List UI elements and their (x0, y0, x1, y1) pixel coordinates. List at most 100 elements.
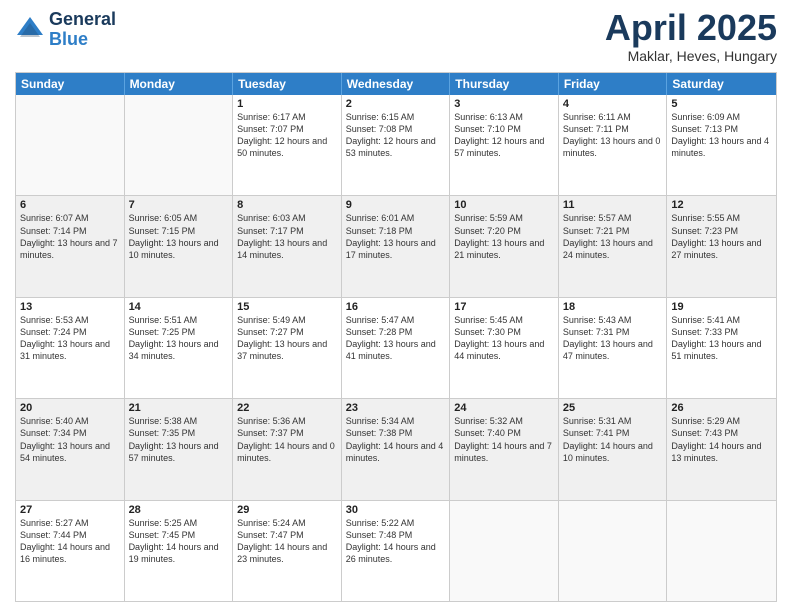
cell-info: Sunrise: 5:40 AM Sunset: 7:34 PM Dayligh… (20, 415, 120, 464)
day-number: 30 (346, 504, 446, 516)
calendar-header-tuesday: Tuesday (233, 73, 342, 95)
calendar-header: SundayMondayTuesdayWednesdayThursdayFrid… (16, 73, 776, 95)
cell-info: Sunrise: 5:51 AM Sunset: 7:25 PM Dayligh… (129, 314, 229, 363)
day-number: 4 (563, 98, 663, 110)
title-area: April 2025 Maklar, Heves, Hungary (605, 10, 777, 64)
day-number: 24 (454, 402, 554, 414)
cell-info: Sunrise: 5:22 AM Sunset: 7:48 PM Dayligh… (346, 517, 446, 566)
cell-info: Sunrise: 5:27 AM Sunset: 7:44 PM Dayligh… (20, 517, 120, 566)
cell-info: Sunrise: 6:15 AM Sunset: 7:08 PM Dayligh… (346, 111, 446, 160)
day-number: 1 (237, 98, 337, 110)
calendar-week-3: 13Sunrise: 5:53 AM Sunset: 7:24 PM Dayli… (16, 298, 776, 399)
cell-info: Sunrise: 5:25 AM Sunset: 7:45 PM Dayligh… (129, 517, 229, 566)
calendar-cell: 19Sunrise: 5:41 AM Sunset: 7:33 PM Dayli… (667, 298, 776, 398)
calendar-cell: 27Sunrise: 5:27 AM Sunset: 7:44 PM Dayli… (16, 501, 125, 601)
month-title: April 2025 (605, 10, 777, 46)
day-number: 17 (454, 301, 554, 313)
calendar-week-4: 20Sunrise: 5:40 AM Sunset: 7:34 PM Dayli… (16, 399, 776, 500)
day-number: 14 (129, 301, 229, 313)
day-number: 7 (129, 199, 229, 211)
calendar-cell: 3Sunrise: 6:13 AM Sunset: 7:10 PM Daylig… (450, 95, 559, 195)
cell-info: Sunrise: 6:07 AM Sunset: 7:14 PM Dayligh… (20, 212, 120, 261)
day-number: 25 (563, 402, 663, 414)
cell-info: Sunrise: 5:34 AM Sunset: 7:38 PM Dayligh… (346, 415, 446, 464)
day-number: 22 (237, 402, 337, 414)
cell-info: Sunrise: 6:09 AM Sunset: 7:13 PM Dayligh… (671, 111, 772, 160)
day-number: 23 (346, 402, 446, 414)
calendar-cell: 12Sunrise: 5:55 AM Sunset: 7:23 PM Dayli… (667, 196, 776, 296)
calendar-body: 1Sunrise: 6:17 AM Sunset: 7:07 PM Daylig… (16, 95, 776, 601)
logo-text: General Blue (49, 10, 116, 50)
day-number: 29 (237, 504, 337, 516)
calendar-header-friday: Friday (559, 73, 668, 95)
calendar-cell (667, 501, 776, 601)
cell-info: Sunrise: 5:55 AM Sunset: 7:23 PM Dayligh… (671, 212, 772, 261)
calendar-cell: 26Sunrise: 5:29 AM Sunset: 7:43 PM Dayli… (667, 399, 776, 499)
day-number: 3 (454, 98, 554, 110)
cell-info: Sunrise: 5:47 AM Sunset: 7:28 PM Dayligh… (346, 314, 446, 363)
logo-line2: Blue (49, 30, 116, 50)
day-number: 10 (454, 199, 554, 211)
cell-info: Sunrise: 5:57 AM Sunset: 7:21 PM Dayligh… (563, 212, 663, 261)
calendar-header-sunday: Sunday (16, 73, 125, 95)
location-subtitle: Maklar, Heves, Hungary (605, 48, 777, 64)
calendar-cell: 1Sunrise: 6:17 AM Sunset: 7:07 PM Daylig… (233, 95, 342, 195)
cell-info: Sunrise: 5:59 AM Sunset: 7:20 PM Dayligh… (454, 212, 554, 261)
calendar-cell (125, 95, 234, 195)
calendar-cell: 30Sunrise: 5:22 AM Sunset: 7:48 PM Dayli… (342, 501, 451, 601)
page: General Blue April 2025 Maklar, Heves, H… (0, 0, 792, 612)
calendar-cell: 13Sunrise: 5:53 AM Sunset: 7:24 PM Dayli… (16, 298, 125, 398)
calendar-cell (559, 501, 668, 601)
calendar-header-monday: Monday (125, 73, 234, 95)
calendar-cell (450, 501, 559, 601)
cell-info: Sunrise: 6:17 AM Sunset: 7:07 PM Dayligh… (237, 111, 337, 160)
calendar-cell: 4Sunrise: 6:11 AM Sunset: 7:11 PM Daylig… (559, 95, 668, 195)
day-number: 13 (20, 301, 120, 313)
day-number: 9 (346, 199, 446, 211)
calendar-cell: 8Sunrise: 6:03 AM Sunset: 7:17 PM Daylig… (233, 196, 342, 296)
calendar-cell: 2Sunrise: 6:15 AM Sunset: 7:08 PM Daylig… (342, 95, 451, 195)
calendar-cell: 18Sunrise: 5:43 AM Sunset: 7:31 PM Dayli… (559, 298, 668, 398)
calendar-cell: 28Sunrise: 5:25 AM Sunset: 7:45 PM Dayli… (125, 501, 234, 601)
calendar-cell: 23Sunrise: 5:34 AM Sunset: 7:38 PM Dayli… (342, 399, 451, 499)
calendar-cell: 22Sunrise: 5:36 AM Sunset: 7:37 PM Dayli… (233, 399, 342, 499)
cell-info: Sunrise: 5:43 AM Sunset: 7:31 PM Dayligh… (563, 314, 663, 363)
calendar-cell: 9Sunrise: 6:01 AM Sunset: 7:18 PM Daylig… (342, 196, 451, 296)
cell-info: Sunrise: 5:32 AM Sunset: 7:40 PM Dayligh… (454, 415, 554, 464)
calendar-cell: 16Sunrise: 5:47 AM Sunset: 7:28 PM Dayli… (342, 298, 451, 398)
calendar-cell: 10Sunrise: 5:59 AM Sunset: 7:20 PM Dayli… (450, 196, 559, 296)
calendar-week-1: 1Sunrise: 6:17 AM Sunset: 7:07 PM Daylig… (16, 95, 776, 196)
calendar-header-thursday: Thursday (450, 73, 559, 95)
day-number: 8 (237, 199, 337, 211)
calendar-header-saturday: Saturday (667, 73, 776, 95)
logo-line1: General (49, 10, 116, 30)
calendar-cell: 11Sunrise: 5:57 AM Sunset: 7:21 PM Dayli… (559, 196, 668, 296)
cell-info: Sunrise: 6:11 AM Sunset: 7:11 PM Dayligh… (563, 111, 663, 160)
calendar: SundayMondayTuesdayWednesdayThursdayFrid… (15, 72, 777, 602)
calendar-cell: 7Sunrise: 6:05 AM Sunset: 7:15 PM Daylig… (125, 196, 234, 296)
calendar-cell: 14Sunrise: 5:51 AM Sunset: 7:25 PM Dayli… (125, 298, 234, 398)
day-number: 19 (671, 301, 772, 313)
day-number: 28 (129, 504, 229, 516)
calendar-cell (16, 95, 125, 195)
cell-info: Sunrise: 5:53 AM Sunset: 7:24 PM Dayligh… (20, 314, 120, 363)
calendar-cell: 29Sunrise: 5:24 AM Sunset: 7:47 PM Dayli… (233, 501, 342, 601)
cell-info: Sunrise: 5:38 AM Sunset: 7:35 PM Dayligh… (129, 415, 229, 464)
cell-info: Sunrise: 5:36 AM Sunset: 7:37 PM Dayligh… (237, 415, 337, 464)
day-number: 21 (129, 402, 229, 414)
cell-info: Sunrise: 6:01 AM Sunset: 7:18 PM Dayligh… (346, 212, 446, 261)
cell-info: Sunrise: 5:29 AM Sunset: 7:43 PM Dayligh… (671, 415, 772, 464)
calendar-week-5: 27Sunrise: 5:27 AM Sunset: 7:44 PM Dayli… (16, 501, 776, 601)
day-number: 6 (20, 199, 120, 211)
cell-info: Sunrise: 5:49 AM Sunset: 7:27 PM Dayligh… (237, 314, 337, 363)
header: General Blue April 2025 Maklar, Heves, H… (15, 10, 777, 64)
calendar-cell: 5Sunrise: 6:09 AM Sunset: 7:13 PM Daylig… (667, 95, 776, 195)
calendar-cell: 25Sunrise: 5:31 AM Sunset: 7:41 PM Dayli… (559, 399, 668, 499)
calendar-cell: 20Sunrise: 5:40 AM Sunset: 7:34 PM Dayli… (16, 399, 125, 499)
cell-info: Sunrise: 5:41 AM Sunset: 7:33 PM Dayligh… (671, 314, 772, 363)
calendar-cell: 17Sunrise: 5:45 AM Sunset: 7:30 PM Dayli… (450, 298, 559, 398)
day-number: 20 (20, 402, 120, 414)
cell-info: Sunrise: 6:13 AM Sunset: 7:10 PM Dayligh… (454, 111, 554, 160)
calendar-header-wednesday: Wednesday (342, 73, 451, 95)
logo-icon (15, 15, 45, 45)
